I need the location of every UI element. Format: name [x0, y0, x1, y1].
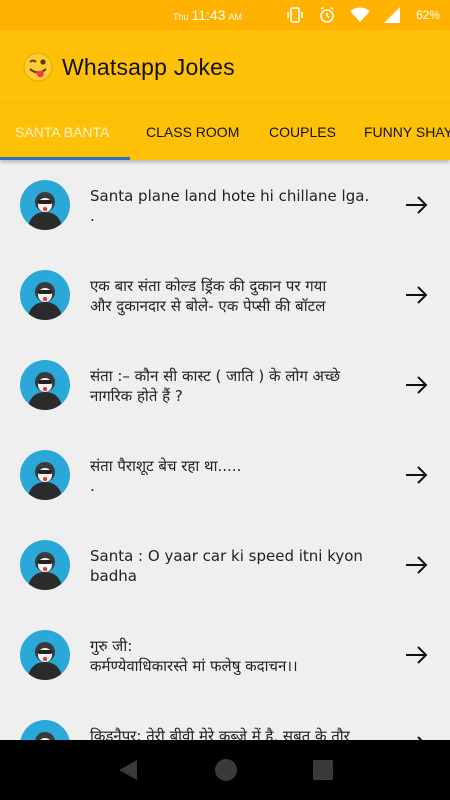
avatar: [20, 360, 70, 410]
tab-funny-shayari[interactable]: FUNNY SHAYARI: [364, 104, 450, 160]
list-item[interactable]: Santa plane land hote hi chillane lga. .: [0, 160, 450, 250]
avatar: [20, 180, 70, 230]
arrow-right-icon[interactable]: [404, 284, 430, 306]
app-title: Whatsapp Jokes: [62, 53, 235, 80]
status-ampm: AM: [228, 12, 242, 22]
joke-line-2: नागरिक होते हैं ?: [90, 387, 183, 405]
winking-tongue-emoji-icon: [22, 51, 54, 83]
alarm-icon: [318, 6, 336, 24]
joke-line-2: .: [90, 477, 95, 495]
list-item[interactable]: किडनैपर: तेरी बीवी मेरे कब्जे में है, सब…: [0, 700, 450, 740]
joke-list[interactable]: Santa plane land hote hi chillane lga. .…: [0, 160, 450, 740]
avatar: [20, 630, 70, 680]
tab-couples[interactable]: COUPLES: [269, 104, 336, 160]
app-bar: Whatsapp Jokes: [0, 30, 450, 104]
avatar: [20, 540, 70, 590]
joke-line-1: संता :– कौन सी कास्ट ( जाति ) के लोग अच्…: [90, 367, 341, 385]
arrow-right-icon[interactable]: [404, 194, 430, 216]
list-item[interactable]: एक बार संता कोल्ड ड्रिंक की दुकान पर गया…: [0, 250, 450, 340]
joke-line-2: badha: [90, 567, 137, 585]
joke-line-1: Santa : O yaar car ki speed itni kyon: [90, 547, 363, 565]
arrow-right-icon[interactable]: [404, 374, 430, 396]
tab-indicator: [0, 157, 130, 160]
joke-line-1: एक बार संता कोल्ड ड्रिंक की दुकान पर गया: [90, 277, 327, 295]
tab-santa-banta[interactable]: SANTA BANTA: [15, 104, 109, 160]
status-time: Thu 11:43 AM: [173, 7, 242, 23]
joke-line-1: गुरु जी:: [90, 637, 133, 655]
navigation-bar: [0, 740, 450, 800]
vibrate-icon: [286, 6, 304, 24]
arrow-right-icon[interactable]: [404, 644, 430, 666]
joke-line-1: Santa plane land hote hi chillane lga.: [90, 187, 370, 205]
avatar: [20, 450, 70, 500]
list-item[interactable]: संता :– कौन सी कास्ट ( जाति ) के लोग अच्…: [0, 340, 450, 430]
arrow-right-icon[interactable]: [404, 464, 430, 486]
recents-icon[interactable]: [312, 760, 333, 780]
tab-class-room[interactable]: CLASS ROOM: [146, 104, 239, 160]
battery-percentage: 62%: [415, 8, 440, 22]
status-bar: Thu 11:43 AM 62%: [0, 0, 450, 30]
tab-bar: SANTA BANTA CLASS ROOM COUPLES FUNNY SHA…: [0, 104, 450, 160]
status-clock: 11:43: [191, 7, 226, 23]
list-item[interactable]: संता पैराशूट बेच रहा था..... .: [0, 430, 450, 520]
home-icon[interactable]: [214, 758, 238, 782]
status-day: Thu: [172, 12, 189, 22]
joke-line-1: संता पैराशूट बेच रहा था.....: [90, 457, 242, 475]
list-item[interactable]: Santa : O yaar car ki speed itni kyon ba…: [0, 520, 450, 610]
avatar: [20, 720, 70, 740]
list-item[interactable]: गुरु जी: कर्मण्येवाधिकारस्ते मां फलेषु क…: [0, 610, 450, 700]
avatar: [20, 270, 70, 320]
back-icon[interactable]: [117, 758, 139, 782]
signal-icon: [383, 7, 400, 23]
joke-line-2: कर्मण्येवाधिकारस्ते मां फलेषु कदाचन।।: [90, 657, 298, 675]
wifi-icon: [349, 7, 370, 23]
joke-line-2: .: [90, 207, 95, 225]
joke-line-2: और दुकानदार से बोले- एक पेप्सी की बॉटल: [90, 297, 326, 315]
arrow-right-icon[interactable]: [404, 554, 430, 576]
joke-line-1: किडनैपर: तेरी बीवी मेरे कब्जे में है, सब…: [90, 727, 350, 740]
